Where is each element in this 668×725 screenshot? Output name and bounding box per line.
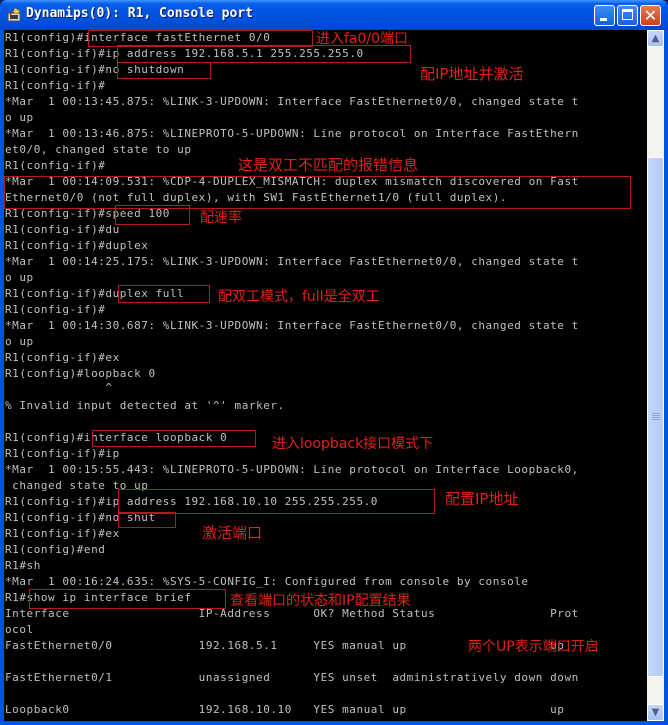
- maximize-button[interactable]: [617, 5, 638, 26]
- annotation-duplex-mismatch-error: 这是双工不匹配的报错信息: [238, 156, 419, 174]
- highlight-box-no-shutdown: [117, 62, 211, 79]
- console-line: R1(config)#end: [5, 543, 106, 556]
- console-line: R1(config-if)#ip: [5, 447, 120, 460]
- annotation-config-speed: 配速率: [200, 210, 242, 226]
- console-line: ocol: [5, 623, 34, 636]
- console-line: R1(config-if)#ex: [5, 527, 120, 540]
- highlight-box-no-shut: [118, 512, 176, 528]
- scroll-down-button[interactable]: ▼: [647, 704, 664, 721]
- annotation-show-status: 查看端口的状态和IP配置结果: [230, 593, 411, 609]
- console-line: o up: [5, 335, 34, 348]
- scroll-down-arrow-icon: ▼: [651, 707, 660, 718]
- annotation-config-ip-activate: 配IP地址并激活: [420, 65, 524, 83]
- console-line: ^: [5, 381, 113, 394]
- minimize-icon: [600, 18, 607, 21]
- annotation-enter-fa00: 进入fa0/0端口: [316, 31, 409, 47]
- console-line: o up: [5, 111, 34, 124]
- highlight-box-loopback-ip: [118, 489, 435, 514]
- close-button[interactable]: ✕: [640, 5, 661, 26]
- highlight-box-interface-loopback: [92, 430, 256, 447]
- console-line: R1(config-if)#ex: [5, 351, 120, 364]
- vertical-scrollbar[interactable]: ▲ ▼: [647, 30, 664, 721]
- annotation-config-duplex: 配双工模式，full是全双工: [218, 289, 380, 305]
- highlight-box-duplex-mismatch: [4, 176, 631, 209]
- terminal-plug-icon: [7, 7, 21, 22]
- console-line: R1#sh: [5, 559, 41, 572]
- highlight-box-duplex-full: [118, 285, 210, 303]
- console-line: et0/0, changed state to up: [5, 143, 192, 156]
- console-line: *Mar 1 00:16:24.635: %SYS-5-CONFIG_I: Co…: [5, 575, 529, 588]
- console-output[interactable]: R1(config)#interface fastEthernet 0/0 R1…: [4, 30, 647, 721]
- annotation-two-up: 两个UP表示端口开启: [468, 639, 599, 655]
- console-line: o up: [5, 271, 34, 284]
- console-line: *Mar 1 00:13:45.875: %LINK-3-UPDOWN: Int…: [5, 95, 579, 108]
- annotation-activate-port: 激活端口: [202, 524, 263, 542]
- console-line: *Mar 1 00:13:46.875: %LINEPROTO-5-UPDOWN…: [5, 127, 579, 140]
- minimize-button[interactable]: [594, 5, 615, 26]
- console-window: Dynamips(0): R1, Console port ✕ R1(confi…: [0, 0, 668, 725]
- console-line: R1(config-if)#du: [5, 223, 120, 236]
- console-line: *Mar 1 00:14:30.687: %LINK-3-UPDOWN: Int…: [5, 319, 579, 332]
- scroll-up-button[interactable]: ▲: [647, 30, 664, 47]
- annotation-enter-loopback: 进入loopback接口模式下: [272, 436, 434, 452]
- title-bar[interactable]: Dynamips(0): R1, Console port ✕: [0, 0, 668, 30]
- window-title: Dynamips(0): R1, Console port: [26, 6, 253, 21]
- console-line: R1(config-if)#: [5, 159, 106, 172]
- maximize-icon: [622, 9, 633, 20]
- grip-icon: [652, 413, 660, 414]
- console-line: Loopback0 192.168.10.10 YES manual up up: [5, 703, 565, 716]
- console-line: R1(config-if)#: [5, 303, 106, 316]
- scroll-up-arrow-icon: ▲: [651, 33, 660, 44]
- close-icon: ✕: [643, 6, 658, 25]
- highlight-box-speed: [115, 205, 190, 225]
- console-line: % Invalid input detected at '^' marker.: [5, 399, 285, 412]
- window-frame-bottom: [0, 721, 668, 725]
- window-frame-right: [664, 30, 668, 725]
- console-line: FastEthernet0/1 unassigned YES unset adm…: [5, 671, 579, 684]
- console-line: *Mar 1 00:15:55.443: %LINEPROTO-5-UPDOWN…: [5, 463, 579, 476]
- highlight-box-show-ip-int-brief: [29, 589, 226, 609]
- console-line: R1(config-if)#duplex: [5, 239, 149, 252]
- annotation-config-ip: 配置IP地址: [445, 490, 519, 508]
- console-line: R1(config-if)#: [5, 79, 106, 92]
- console-line: *Mar 1 00:14:25.175: %LINK-3-UPDOWN: Int…: [5, 255, 579, 268]
- scrollbar-thumb[interactable]: [647, 157, 664, 677]
